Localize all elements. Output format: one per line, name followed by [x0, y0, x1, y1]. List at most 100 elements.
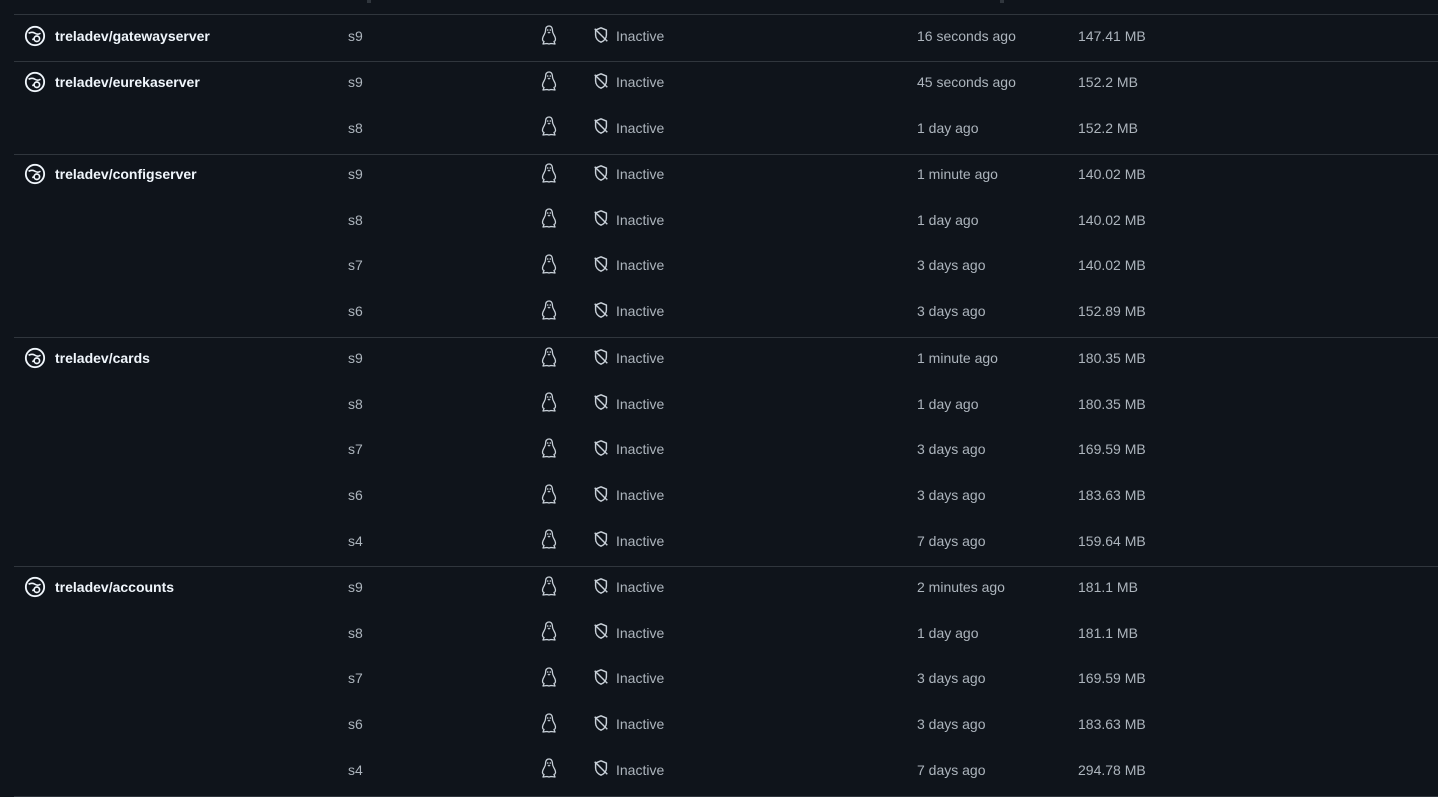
linux-penguin-icon [539, 666, 559, 691]
version-row[interactable]: s8 Inactive 1 day ago 181.1 MB [14, 618, 1438, 648]
version-tag[interactable]: s6 [348, 709, 363, 739]
shield-slash-icon [592, 255, 610, 276]
version-tag[interactable]: s9 [348, 572, 363, 602]
version-row[interactable]: s9 Inactive 1 minute ago 140.02 MB [14, 159, 1438, 189]
shield-slash-icon [592, 714, 610, 735]
version-row[interactable]: s7 Inactive 3 days ago 169.59 MB [14, 434, 1438, 464]
version-tag[interactable]: s9 [348, 159, 363, 189]
shield-slash-icon [592, 117, 610, 138]
status-label: Inactive [616, 350, 665, 366]
column-header-fragment [1000, 0, 1004, 3]
linux-penguin-icon [539, 346, 559, 371]
status-label: Inactive [616, 670, 665, 687]
shield-slash-icon [592, 348, 610, 369]
column-header-fragment [367, 0, 371, 3]
version-tag[interactable]: s4 [348, 755, 363, 785]
shield-slash-icon [592, 530, 610, 551]
os-cell [539, 618, 559, 648]
published-time: 1 day ago [917, 624, 979, 641]
version-tag[interactable]: s6 [348, 480, 363, 510]
shield-slash-icon [592, 209, 610, 230]
package-group: treladev/gatewayserver s9 Inactive 16 secon… [14, 15, 1438, 62]
status-cell: Inactive [592, 21, 664, 51]
os-cell [539, 434, 559, 464]
version-tag[interactable]: s9 [348, 21, 363, 51]
version-row[interactable]: s7 Inactive 3 days ago 169.59 MB [14, 663, 1438, 693]
version-row[interactable]: s6 Inactive 3 days ago 183.63 MB [14, 480, 1438, 510]
os-cell [539, 67, 559, 97]
published-time: 2 minutes ago [917, 579, 1005, 595]
version-row[interactable]: s4 Inactive 7 days ago 294.78 MB [14, 755, 1438, 785]
version-tag[interactable]: s4 [348, 526, 363, 556]
version-row[interactable]: s8 Inactive 1 day ago 140.02 MB [14, 205, 1438, 235]
linux-penguin-icon [539, 253, 559, 278]
status-cell: Inactive [592, 343, 664, 373]
version-row[interactable]: s8 Inactive 1 day ago 180.35 MB [14, 389, 1438, 419]
os-cell [539, 709, 559, 739]
status-label: Inactive [616, 761, 665, 778]
image-size: 181.1 MB [1078, 624, 1138, 641]
status-cell: Inactive [592, 755, 664, 785]
linux-penguin-icon [539, 575, 559, 600]
os-cell [539, 159, 559, 189]
version-tag[interactable]: s7 [348, 663, 363, 693]
shield-slash-icon [592, 759, 610, 780]
published-time: 3 days ago [917, 441, 986, 458]
status-label: Inactive [616, 441, 665, 458]
image-versions-table: treladev/gatewayserver s9 Inactive 16 secon… [0, 0, 1438, 797]
os-cell [539, 343, 559, 373]
version-row[interactable]: s9 Inactive 2 minutes ago 181.1 MB [14, 572, 1438, 602]
shield-slash-icon [592, 393, 610, 414]
linux-penguin-icon [539, 115, 559, 140]
status-cell: Inactive [592, 618, 664, 648]
image-size: 159.64 MB [1078, 532, 1146, 549]
published-time: 45 seconds ago [917, 74, 1016, 90]
version-tag[interactable]: s7 [348, 434, 363, 464]
os-cell [539, 572, 559, 602]
package-group: treladev/accounts s9 Inactive 2 minutes ago… [14, 566, 1438, 797]
published-time: 16 seconds ago [917, 28, 1016, 44]
status-label: Inactive [616, 579, 665, 595]
version-tag[interactable]: s9 [348, 67, 363, 97]
linux-penguin-icon [539, 24, 559, 49]
image-size: 181.1 MB [1078, 579, 1138, 595]
status-cell: Inactive [592, 663, 664, 693]
os-cell [539, 480, 559, 510]
image-size: 152.2 MB [1078, 74, 1138, 90]
published-time: 7 days ago [917, 532, 986, 549]
os-cell [539, 21, 559, 51]
version-row[interactable]: s6 Inactive 3 days ago 183.63 MB [14, 709, 1438, 739]
image-size: 152.89 MB [1078, 303, 1146, 320]
version-row[interactable]: s8 Inactive 1 day ago 152.2 MB [14, 113, 1438, 143]
status-cell: Inactive [592, 434, 664, 464]
image-size: 140.02 MB [1078, 257, 1146, 274]
version-tag[interactable]: s8 [348, 389, 363, 419]
status-label: Inactive [616, 487, 665, 504]
version-tag[interactable]: s8 [348, 618, 363, 648]
version-row[interactable]: s9 Inactive 1 minute ago 180.35 MB [14, 343, 1438, 373]
version-tag[interactable]: s8 [348, 113, 363, 143]
status-cell: Inactive [592, 572, 664, 602]
os-cell [539, 526, 559, 556]
linux-penguin-icon [539, 712, 559, 737]
published-time: 3 days ago [917, 670, 986, 687]
published-time: 1 day ago [917, 119, 979, 136]
version-tag[interactable]: s6 [348, 296, 363, 326]
image-size: 169.59 MB [1078, 670, 1146, 687]
version-tag[interactable]: s8 [348, 205, 363, 235]
version-tag[interactable]: s9 [348, 343, 363, 373]
version-row[interactable]: s6 Inactive 3 days ago 152.89 MB [14, 296, 1438, 326]
package-group: treladev/cards s9 Inactive 1 minute ago 180.… [14, 337, 1438, 567]
version-row[interactable]: s7 Inactive 3 days ago 140.02 MB [14, 250, 1438, 280]
version-tag[interactable]: s7 [348, 250, 363, 280]
version-row[interactable]: s9 Inactive 16 seconds ago 147.41 MB [14, 21, 1438, 51]
package-group: treladev/eurekaserver s9 Inactive 45 second… [14, 61, 1438, 155]
published-time: 7 days ago [917, 761, 986, 778]
version-row[interactable]: s4 Inactive 7 days ago 159.64 MB [14, 526, 1438, 556]
os-cell [539, 389, 559, 419]
shield-slash-icon [592, 577, 610, 598]
status-cell: Inactive [592, 526, 664, 556]
status-cell: Inactive [592, 113, 664, 143]
version-row[interactable]: s9 Inactive 45 seconds ago 152.2 MB [14, 67, 1438, 97]
status-cell: Inactive [592, 205, 664, 235]
